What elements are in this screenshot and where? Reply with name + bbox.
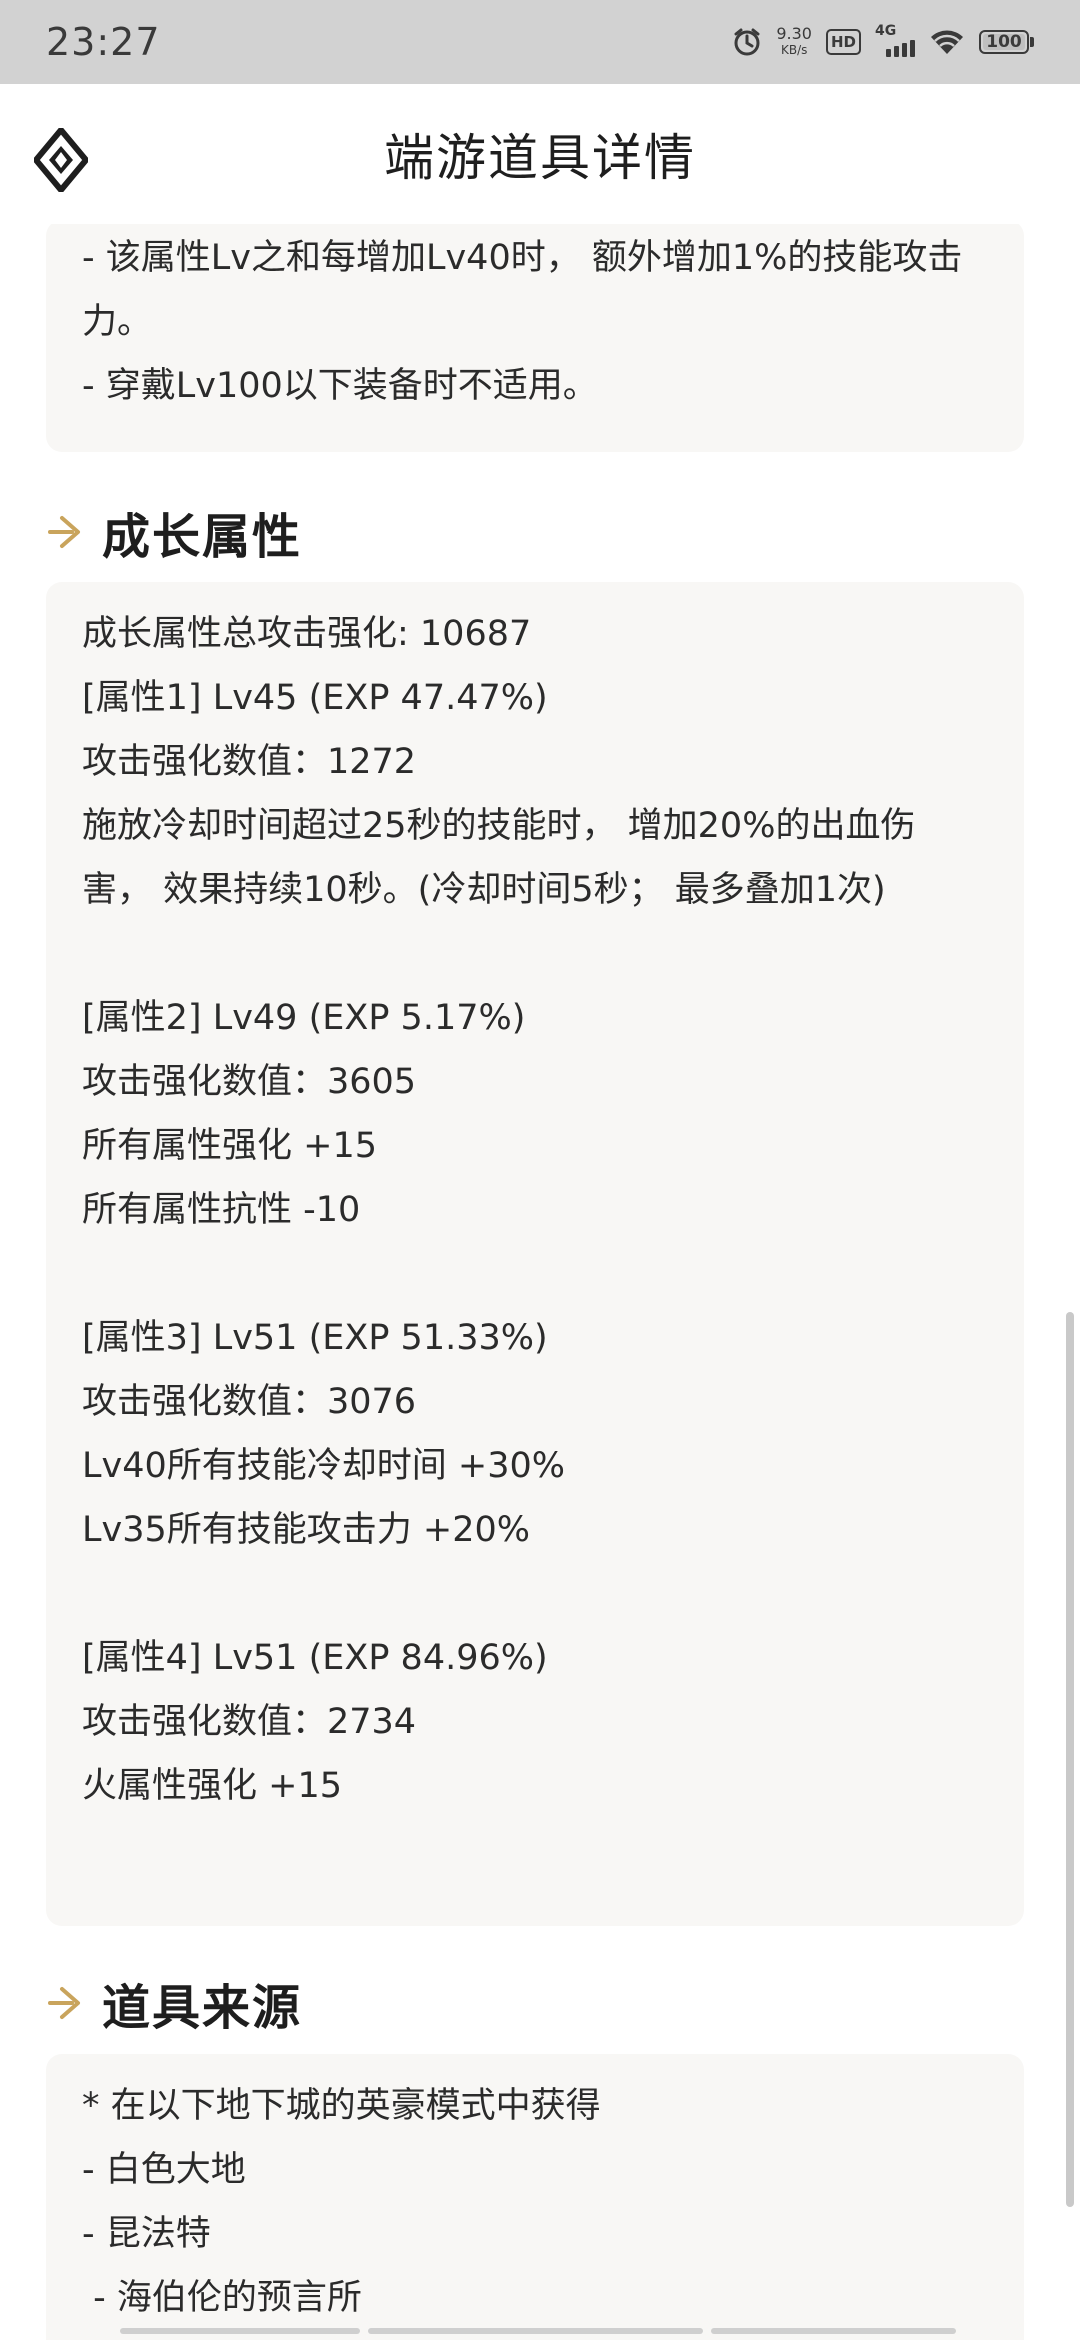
source-line: - 海伯伦的预言所 bbox=[82, 2278, 362, 2318]
wifi-icon bbox=[931, 30, 963, 54]
page-title: 端游道具详情 bbox=[384, 129, 696, 187]
hd-icon: HD bbox=[825, 29, 861, 55]
growth-line: 火属性强化 +15 bbox=[82, 1766, 342, 1806]
growth-line: 攻击强化数值：2734 bbox=[82, 1702, 417, 1742]
network-speed: 9.30 KB/s bbox=[776, 26, 812, 58]
network-speed-unit: KB/s bbox=[780, 43, 808, 57]
description-line: 力。 bbox=[82, 302, 153, 342]
growth-line: 攻击强化数值：1272 bbox=[82, 742, 417, 782]
bottom-partial-tabs bbox=[120, 2328, 960, 2340]
logo-icon[interactable] bbox=[34, 128, 88, 192]
source-section-heading: 道具来源 bbox=[46, 1968, 302, 2038]
growth-line: Lv40所有技能冷却时间 +30% bbox=[82, 1446, 565, 1486]
growth-attributes-card: 成长属性总攻击强化: 10687 [属性1] Lv45 (EXP 47.47%)… bbox=[46, 582, 1024, 1926]
battery-icon: 100 bbox=[979, 30, 1034, 54]
growth-line: 所有属性抗性 -10 bbox=[82, 1190, 361, 1230]
growth-line: Lv35所有技能攻击力 +20% bbox=[82, 1510, 530, 1550]
section-arrow-icon bbox=[48, 1987, 80, 2019]
growth-line: [属性1] Lv45 (EXP 47.47%) bbox=[82, 678, 548, 718]
growth-line: [属性4] Lv51 (EXP 84.96%) bbox=[82, 1638, 548, 1678]
network-speed-value: 9.30 bbox=[776, 24, 812, 43]
description-line: - 该属性Lv之和每增加Lv40时， 额外增加1%的技能攻击 bbox=[82, 238, 963, 278]
growth-line: [属性2] Lv49 (EXP 5.17%) bbox=[82, 998, 526, 1038]
status-time: 23:27 bbox=[46, 20, 161, 64]
alarm-icon bbox=[734, 28, 760, 56]
source-line: - 昆法特 bbox=[82, 2214, 211, 2254]
growth-heading-text: 成长属性 bbox=[102, 509, 303, 565]
battery-level: 100 bbox=[986, 32, 1022, 52]
source-line: * 在以下地下城的英豪模式中获得 bbox=[82, 2086, 601, 2126]
growth-line: 成长属性总攻击强化: 10687 bbox=[82, 614, 532, 654]
growth-line: 害， 效果持续10秒。(冷却时间5秒； 最多叠加1次) bbox=[82, 870, 886, 910]
growth-section-heading: 成长属性 bbox=[46, 497, 302, 567]
source-heading-text: 道具来源 bbox=[102, 1980, 303, 2036]
scrollbar[interactable] bbox=[1066, 1312, 1074, 2207]
growth-line: 攻击强化数值：3076 bbox=[82, 1382, 417, 1422]
top-description-card: - 该属性Lv之和每增加Lv40时， 额外增加1%的技能攻击 力。 - 穿戴Lv… bbox=[46, 224, 1024, 452]
description-line: - 穿戴Lv100以下装备时不适用。 bbox=[82, 366, 598, 406]
status-icons: 9.30 KB/s HD 4G 100 bbox=[732, 23, 1034, 58]
source-line: - 白色大地 bbox=[82, 2150, 246, 2190]
growth-line: [属性3] Lv51 (EXP 51.33%) bbox=[82, 1318, 548, 1358]
section-arrow-icon bbox=[48, 516, 80, 548]
content-scroll-area[interactable]: - 该属性Lv之和每增加Lv40时， 额外增加1%的技能攻击 力。 - 穿戴Lv… bbox=[0, 224, 1080, 2340]
app-header: 端游道具详情 bbox=[0, 84, 1080, 224]
status-bar: 23:27 9.30 KB/s HD 4G 100 bbox=[0, 0, 1080, 84]
growth-line: 攻击强化数值：3605 bbox=[82, 1062, 417, 1102]
growth-line: 施放冷却时间超过25秒的技能时， 增加20%的出血伤 bbox=[82, 806, 916, 846]
network-type: 4G bbox=[875, 23, 897, 39]
signal-icon: 4G bbox=[875, 23, 915, 57]
item-source-card: * 在以下地下城的英豪模式中获得 - 白色大地 - 昆法特 - 海伯伦的预言所 bbox=[46, 2054, 1024, 2340]
growth-line: 所有属性强化 +15 bbox=[82, 1126, 377, 1166]
